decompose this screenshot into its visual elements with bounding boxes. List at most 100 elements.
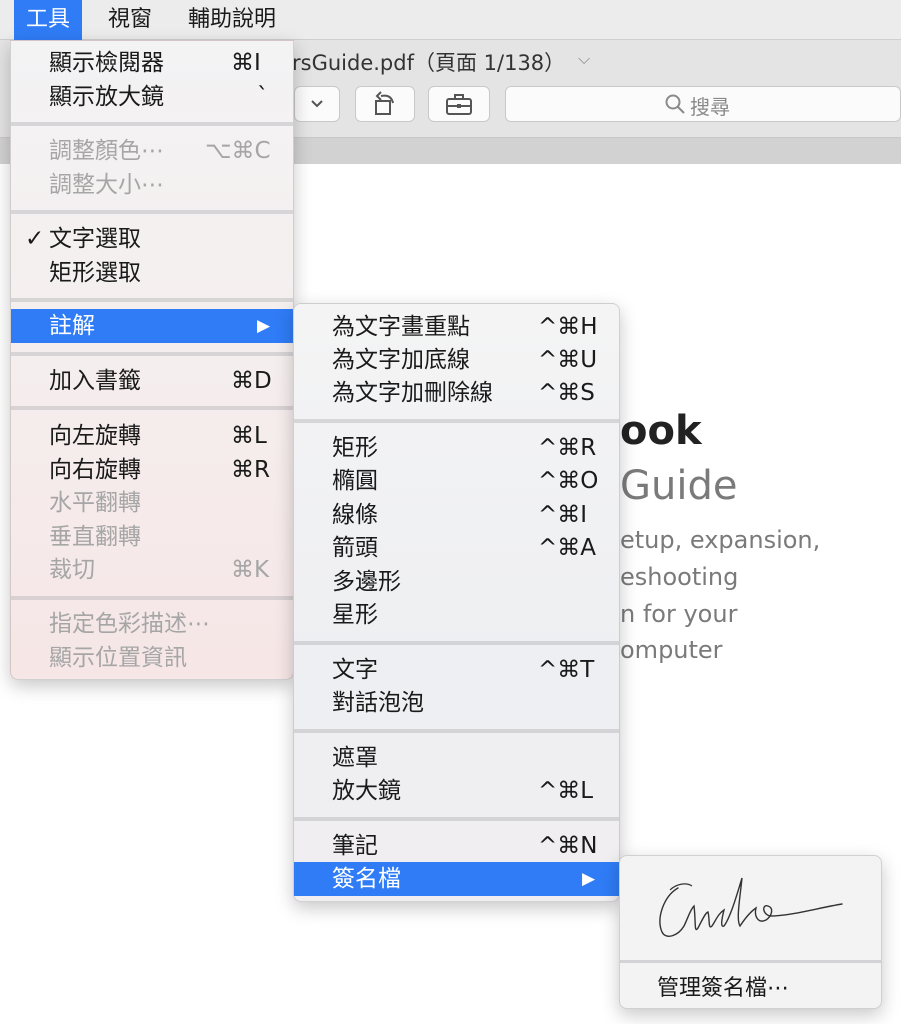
- document-line: omputer: [620, 636, 723, 664]
- menu-item-rectangle-selection[interactable]: 矩形選取: [11, 256, 293, 290]
- manage-signatures-menu-item[interactable]: 管理簽名檔⋯: [657, 970, 789, 1002]
- menu-item-shortcut: ^⌘I: [538, 502, 588, 528]
- menu-separator: [11, 122, 293, 126]
- document-line: eshooting: [620, 563, 739, 591]
- menu-item-annotate[interactable]: 註解 ▶: [11, 309, 293, 343]
- menu-item-add-bookmark[interactable]: 加入書籤 ⌘D: [11, 364, 293, 398]
- menu-item-show-location-info[interactable]: 顯示位置資訊: [11, 641, 293, 675]
- menu-item-adjust-size[interactable]: 調整大小⋯: [11, 168, 293, 202]
- menu-item-label: 箭頭: [332, 535, 378, 561]
- menu-item-shortcut: `: [257, 84, 269, 110]
- menu-item-text-selection[interactable]: ✓ 文字選取: [11, 222, 293, 256]
- menu-item-show-magnifier[interactable]: 顯示放大鏡 `: [11, 80, 293, 114]
- menu-item-line[interactable]: 線條 ^⌘I: [294, 498, 619, 532]
- zoom-dropdown-button[interactable]: [294, 86, 340, 122]
- menu-item-label: 多邊形: [332, 569, 401, 595]
- menu-item-label: 調整大小⋯: [49, 172, 164, 198]
- menu-item-label: 垂直翻轉: [49, 524, 141, 550]
- menu-item-label: 指定色彩描述⋯: [49, 611, 210, 637]
- menu-item-label: 為文字加底線: [332, 347, 470, 373]
- menu-separator: [620, 960, 881, 963]
- menu-item-label: 文字: [332, 657, 378, 683]
- menu-item-shortcut: ^⌘H: [538, 314, 598, 340]
- menu-item-rectangle[interactable]: 矩形 ^⌘R: [294, 431, 619, 465]
- menu-item-assign-profile[interactable]: 指定色彩描述⋯: [11, 607, 293, 641]
- menu-item-highlight-text[interactable]: 為文字畫重點 ^⌘H: [294, 310, 619, 344]
- menu-item-label: 向右旋轉: [49, 457, 141, 483]
- menu-item-shortcut: ⌘L: [231, 423, 267, 449]
- menu-item-rotate-left[interactable]: 向左旋轉 ⌘L: [11, 419, 293, 453]
- tools-menu: 顯示檢閱器 ⌘I 顯示放大鏡 ` 調整顏色⋯ ⌥⌘C 調整大小⋯ ✓ 文字選取 …: [10, 40, 294, 680]
- menu-item-label: 文字選取: [49, 226, 141, 252]
- menu-item-label: 線條: [332, 502, 378, 528]
- menu-item-label: 為文字畫重點: [332, 314, 470, 340]
- menubar-item-tools[interactable]: 工具: [14, 0, 83, 40]
- menu-item-flip-vertical[interactable]: 垂直翻轉: [11, 520, 293, 554]
- menu-separator: [11, 596, 293, 600]
- menu-item-oval[interactable]: 橢圓 ^⌘O: [294, 464, 619, 498]
- menu-separator: [11, 352, 293, 356]
- menu-item-arrow[interactable]: 箭頭 ^⌘A: [294, 531, 619, 565]
- menu-item-label: 對話泡泡: [332, 690, 424, 716]
- menu-bar: 工具 視窗 輔助說明: [0, 0, 901, 40]
- menu-item-label: 放大鏡: [332, 778, 401, 804]
- menu-item-label: 向左旋轉: [49, 423, 141, 449]
- toolbox-icon: [446, 94, 472, 115]
- menu-separator: [294, 641, 619, 645]
- menu-item-speech-bubble[interactable]: 對話泡泡: [294, 686, 619, 720]
- menu-item-label: 顯示檢閱器: [49, 50, 164, 76]
- menu-item-label: 遮罩: [332, 745, 378, 771]
- menu-item-crop[interactable]: 裁切 ⌘K: [11, 553, 293, 587]
- signature-submenu: 管理簽名檔⋯: [619, 855, 882, 1009]
- menu-separator: [294, 817, 619, 821]
- menu-item-shortcut: ⌘K: [231, 557, 270, 583]
- menu-item-label: 註解: [49, 313, 95, 339]
- menu-item-star[interactable]: 星形: [294, 598, 619, 632]
- menu-item-label: 裁切: [49, 557, 95, 583]
- menu-item-label: 水平翻轉: [49, 490, 141, 516]
- submenu-arrow-icon: ▶: [582, 869, 596, 889]
- menu-item-note[interactable]: 筆記 ^⌘N: [294, 829, 619, 863]
- menu-item-rotate-right[interactable]: 向右旋轉 ⌘R: [11, 453, 293, 487]
- rotate-button[interactable]: [355, 86, 415, 122]
- menubar-item-window[interactable]: 視窗: [96, 0, 164, 40]
- menu-item-mask[interactable]: 遮罩: [294, 741, 619, 775]
- menu-item-label: 調整顏色⋯: [49, 138, 164, 164]
- menu-separator: [294, 419, 619, 423]
- menu-item-shortcut: ⌥⌘C: [205, 138, 271, 164]
- menu-separator: [11, 298, 293, 302]
- menubar-item-help[interactable]: 輔助說明: [176, 0, 288, 40]
- menu-item-loupe[interactable]: 放大鏡 ^⌘L: [294, 774, 619, 808]
- menu-item-label: 為文字加刪除線: [332, 380, 493, 406]
- document-title[interactable]: rsGuide.pdf（頁面 1/138）: [292, 47, 565, 77]
- menu-item-polygon[interactable]: 多邊形: [294, 565, 619, 599]
- markup-toolbox-button[interactable]: [428, 86, 490, 122]
- menu-item-shortcut: ^⌘N: [538, 833, 598, 859]
- menu-item-shortcut: ^⌘O: [538, 468, 599, 494]
- chevron-down-icon: [311, 100, 323, 108]
- menu-item-label: 筆記: [332, 833, 378, 859]
- menu-item-shortcut: ^⌘T: [538, 657, 595, 683]
- menu-item-flip-horizontal[interactable]: 水平翻轉: [11, 486, 293, 520]
- annotate-submenu: 為文字畫重點 ^⌘H 為文字加底線 ^⌘U 為文字加刪除線 ^⌘S 矩形 ^⌘R…: [293, 303, 620, 902]
- menu-item-shortcut: ⌘D: [231, 368, 272, 394]
- menu-item-show-inspector[interactable]: 顯示檢閱器 ⌘I: [11, 46, 293, 80]
- menu-item-underline-text[interactable]: 為文字加底線 ^⌘U: [294, 343, 619, 377]
- menu-item-adjust-color[interactable]: 調整顏色⋯ ⌥⌘C: [11, 134, 293, 168]
- menu-item-shortcut: ^⌘A: [538, 535, 597, 561]
- menu-item-shortcut: ⌘I: [231, 50, 261, 76]
- menu-item-strikethrough-text[interactable]: 為文字加刪除線 ^⌘S: [294, 376, 619, 410]
- menu-item-label: 星形: [332, 602, 378, 628]
- document-line: etup, expansion,: [620, 526, 821, 554]
- rotate-icon: [375, 91, 394, 115]
- menu-item-label: 橢圓: [332, 468, 378, 494]
- menu-item-text[interactable]: 文字 ^⌘T: [294, 653, 619, 687]
- document-heading: ook: [620, 408, 702, 454]
- checkmark-icon: ✓: [25, 226, 45, 252]
- document-line: n for your: [620, 600, 738, 628]
- menu-item-signature[interactable]: 簽名檔 ▶: [294, 862, 619, 896]
- menu-separator: [11, 406, 293, 410]
- signature-image[interactable]: [650, 868, 850, 952]
- menu-item-label: 矩形選取: [49, 260, 141, 286]
- chevron-down-icon[interactable]: ⌵: [578, 49, 590, 69]
